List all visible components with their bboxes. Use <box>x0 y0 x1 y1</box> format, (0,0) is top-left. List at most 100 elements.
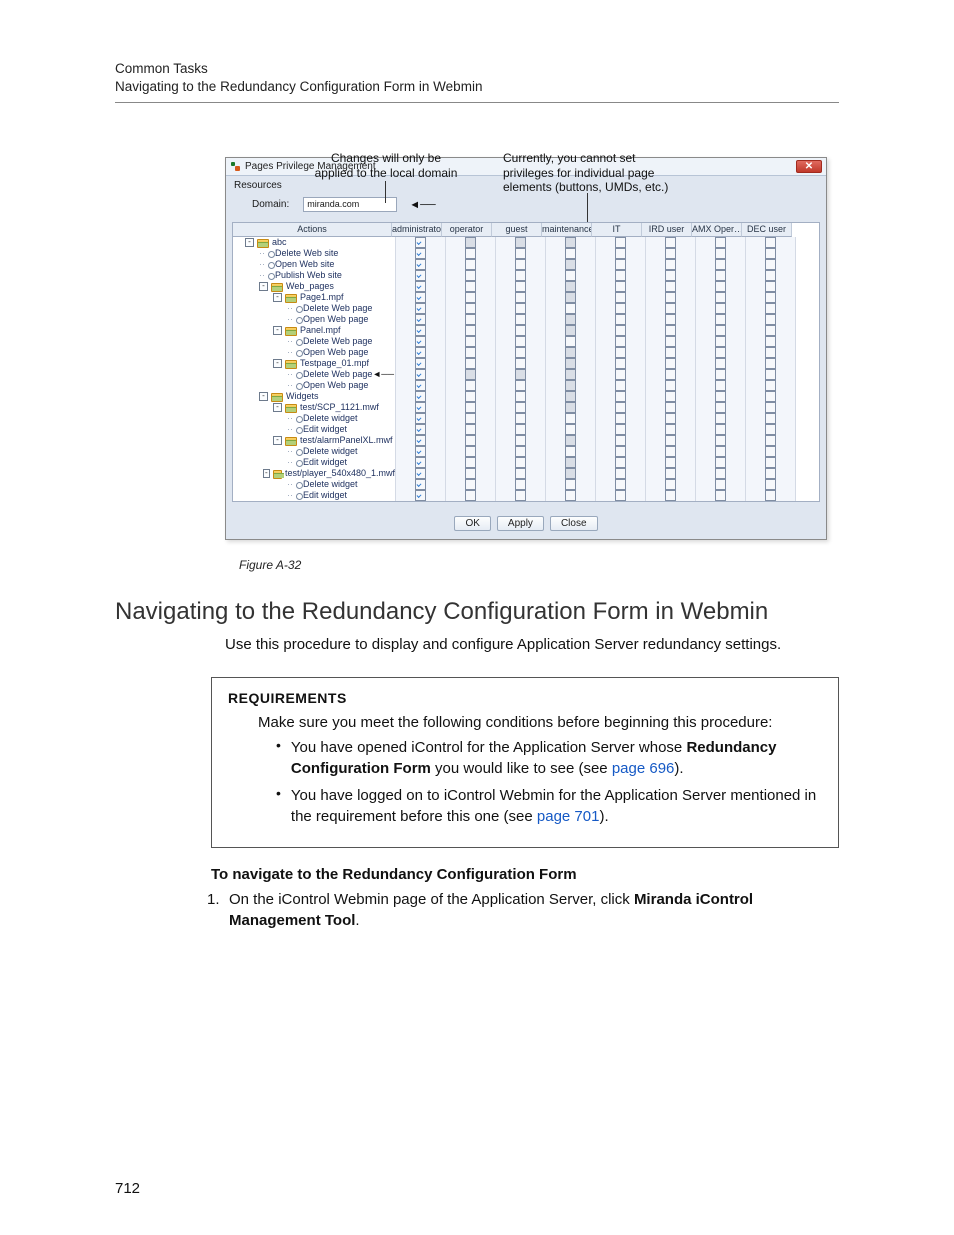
checkbox[interactable] <box>665 259 676 270</box>
priv-cell[interactable] <box>646 303 696 314</box>
priv-cell[interactable] <box>446 391 496 402</box>
priv-cell[interactable] <box>596 314 646 325</box>
checkbox[interactable] <box>565 479 576 490</box>
priv-cell[interactable] <box>396 479 446 490</box>
checkbox[interactable] <box>715 413 726 424</box>
priv-cell[interactable] <box>696 281 746 292</box>
checkbox[interactable] <box>415 325 426 336</box>
checkbox[interactable] <box>415 457 426 468</box>
checkbox[interactable] <box>665 270 676 281</box>
expand-toggle[interactable]: - <box>273 403 282 412</box>
tree-cell[interactable]: ·· Delete widget <box>233 413 396 424</box>
checkbox[interactable] <box>415 490 426 501</box>
checkbox[interactable] <box>765 314 776 325</box>
priv-cell[interactable] <box>396 468 446 479</box>
checkbox[interactable] <box>615 270 626 281</box>
priv-cell[interactable] <box>546 270 596 281</box>
checkbox[interactable] <box>665 314 676 325</box>
priv-cell[interactable] <box>596 424 646 435</box>
priv-cell[interactable] <box>496 413 546 424</box>
tree-cell[interactable]: ·· Delete widget <box>233 479 396 490</box>
checkbox[interactable] <box>565 446 576 457</box>
checkbox[interactable] <box>465 270 476 281</box>
checkbox[interactable] <box>615 281 626 292</box>
priv-cell[interactable] <box>646 270 696 281</box>
priv-cell[interactable] <box>496 292 546 303</box>
expand-toggle[interactable]: - <box>259 282 268 291</box>
priv-cell[interactable] <box>646 325 696 336</box>
priv-cell[interactable] <box>696 402 746 413</box>
priv-cell[interactable] <box>546 380 596 391</box>
checkbox[interactable] <box>615 413 626 424</box>
checkbox[interactable] <box>415 435 426 446</box>
priv-cell[interactable] <box>446 402 496 413</box>
priv-cell[interactable] <box>496 259 546 270</box>
checkbox[interactable] <box>465 380 476 391</box>
tree-cell[interactable]: ·· Open Web page <box>233 314 396 325</box>
priv-cell[interactable] <box>446 380 496 391</box>
checkbox[interactable] <box>715 336 726 347</box>
priv-cell[interactable] <box>446 325 496 336</box>
checkbox[interactable] <box>565 424 576 435</box>
priv-cell[interactable] <box>396 380 446 391</box>
checkbox[interactable] <box>665 479 676 490</box>
checkbox[interactable] <box>715 391 726 402</box>
priv-cell[interactable] <box>746 490 796 501</box>
tree-row[interactable]: -Testpage_01.mpf <box>233 358 819 369</box>
priv-cell[interactable] <box>646 281 696 292</box>
checkbox[interactable] <box>765 479 776 490</box>
priv-cell[interactable] <box>496 490 546 501</box>
priv-cell[interactable] <box>496 237 546 248</box>
checkbox[interactable] <box>565 314 576 325</box>
checkbox[interactable] <box>565 380 576 391</box>
tree-row[interactable]: ·· Delete Web page <box>233 336 819 347</box>
priv-cell[interactable] <box>696 435 746 446</box>
tree-row[interactable]: -Panel.mpf <box>233 325 819 336</box>
tree-cell[interactable]: ·· Open Web page <box>233 347 396 358</box>
priv-cell[interactable] <box>596 468 646 479</box>
checkbox[interactable] <box>565 336 576 347</box>
priv-cell[interactable] <box>696 347 746 358</box>
checkbox[interactable] <box>615 479 626 490</box>
tree-row[interactable]: ·· Edit widget <box>233 424 819 435</box>
priv-cell[interactable] <box>596 457 646 468</box>
priv-cell[interactable] <box>696 303 746 314</box>
checkbox[interactable] <box>765 402 776 413</box>
priv-cell[interactable] <box>746 336 796 347</box>
checkbox[interactable] <box>665 402 676 413</box>
checkbox[interactable] <box>665 468 676 479</box>
checkbox[interactable] <box>565 402 576 413</box>
priv-cell[interactable] <box>446 303 496 314</box>
priv-cell[interactable] <box>746 347 796 358</box>
checkbox[interactable] <box>765 446 776 457</box>
checkbox[interactable] <box>465 347 476 358</box>
priv-cell[interactable] <box>546 457 596 468</box>
close-dialog-button[interactable]: Close <box>550 516 598 531</box>
checkbox[interactable] <box>615 237 626 248</box>
priv-cell[interactable] <box>746 380 796 391</box>
priv-cell[interactable] <box>396 490 446 501</box>
checkbox[interactable] <box>465 369 476 380</box>
checkbox[interactable] <box>415 358 426 369</box>
priv-cell[interactable] <box>546 358 596 369</box>
priv-cell[interactable] <box>596 402 646 413</box>
priv-cell[interactable] <box>496 303 546 314</box>
link-page-696[interactable]: page 696 <box>612 760 675 777</box>
priv-cell[interactable] <box>696 446 746 457</box>
checkbox[interactable] <box>765 237 776 248</box>
link-page-701[interactable]: page 701 <box>537 808 600 825</box>
priv-cell[interactable] <box>396 369 446 380</box>
priv-cell[interactable] <box>596 435 646 446</box>
tree-cell[interactable]: ·· Delete Web page ◄── <box>233 369 396 380</box>
priv-cell[interactable] <box>596 292 646 303</box>
tree-row[interactable]: ·· Edit widget <box>233 490 819 501</box>
priv-cell[interactable] <box>746 446 796 457</box>
priv-cell[interactable] <box>446 435 496 446</box>
checkbox[interactable] <box>715 292 726 303</box>
priv-cell[interactable] <box>546 413 596 424</box>
checkbox[interactable] <box>465 391 476 402</box>
priv-cell[interactable] <box>546 336 596 347</box>
checkbox[interactable] <box>615 325 626 336</box>
checkbox[interactable] <box>715 369 726 380</box>
expand-toggle[interactable]: - <box>273 359 282 368</box>
